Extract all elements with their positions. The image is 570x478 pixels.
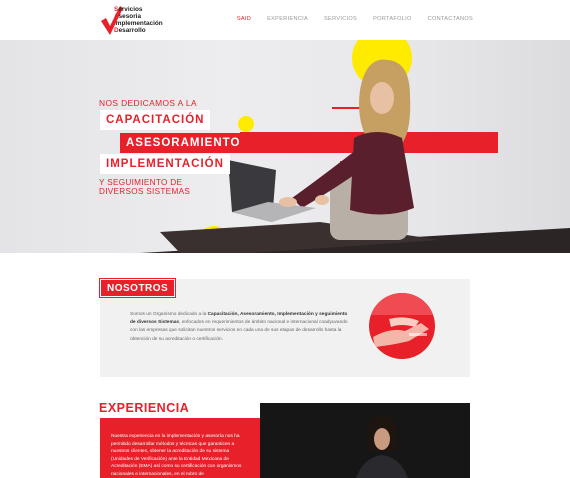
nav-item-experiencia[interactable]: EXPERIENCIA (267, 16, 308, 22)
experiencia-title: EXPERIENCIA (99, 401, 190, 415)
hero-tag-implementacion: IMPLEMENTACIÓN (100, 154, 230, 174)
nav-item-said[interactable]: SAID (237, 16, 251, 22)
handshake-photo (369, 293, 435, 359)
logo-line-2: Asesoria (114, 13, 142, 20)
nav-item-contactanos[interactable]: CONTACTANOS (428, 16, 473, 22)
nosotros-image (369, 293, 435, 359)
video-frame (260, 403, 470, 478)
page: Servicios Asesoria Implementación Desarr… (0, 0, 570, 478)
nosotros-text: Somos un Organismo dedicado a la Capacit… (130, 312, 348, 342)
logo-line-3: Implementación (114, 20, 163, 27)
hero-tag-capacitacion: CAPACITACIÓN (100, 110, 211, 130)
experiencia-text: Nuestra experiencia en la implementación… (111, 434, 242, 477)
logo-line-4: Desarrollo (114, 27, 146, 34)
hero-photo (140, 40, 570, 253)
header: Servicios Asesoria Implementación Desarr… (0, 0, 570, 40)
experiencia-video[interactable] (260, 403, 470, 478)
nav-item-servicios[interactable]: SERVICIOS (324, 16, 357, 22)
nosotros-label: NOSOTROS (98, 278, 177, 298)
logo-line-1: Servicios (114, 6, 143, 13)
nav-item-portafolio[interactable]: PORTAFOLIO (373, 16, 412, 22)
main-nav: SAID EXPERIENCIA SERVICIOS PORTAFOLIO CO… (237, 16, 473, 22)
hero-outro: Y SEGUIMIENTO DE DIVERSOS SISTEMAS (99, 178, 191, 196)
logo[interactable]: Servicios Asesoria Implementación Desarr… (100, 4, 180, 38)
hero-banner: NOS DEDICAMOS A LA CAPACITACIÓN ASESORAM… (0, 40, 570, 253)
hero-intro: NOS DEDICAMOS A LA (99, 98, 197, 108)
hero-tag-asesoramiento: ASESORAMIENTO (120, 133, 247, 153)
logo-text: Servicios Asesoria Implementación Desarr… (114, 6, 163, 34)
